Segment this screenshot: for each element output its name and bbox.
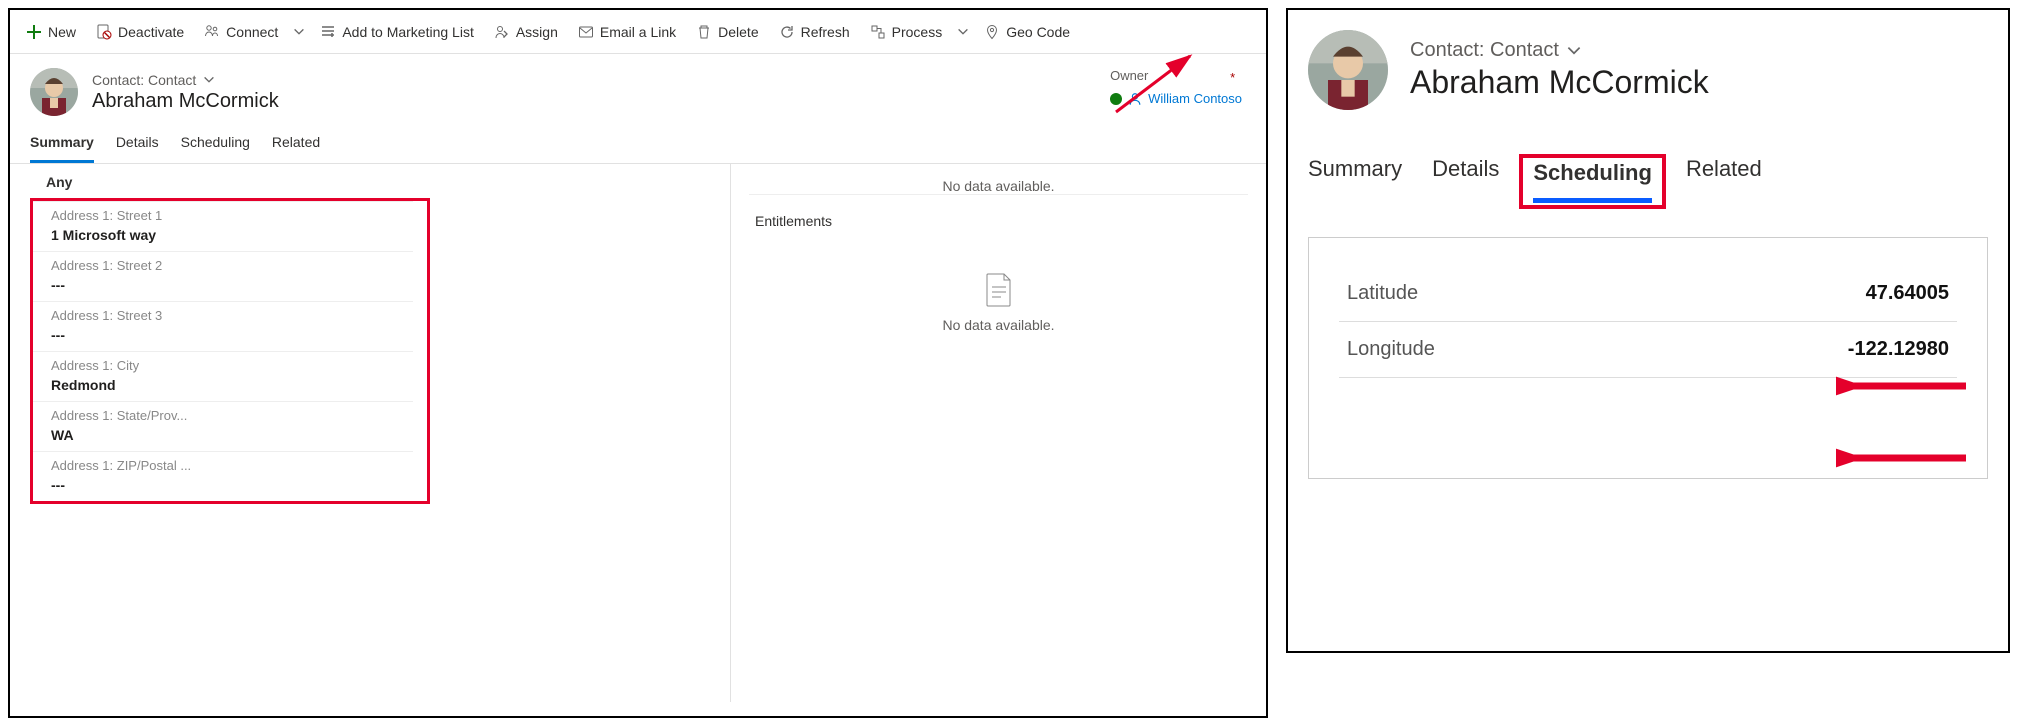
chevron-down-icon [956,25,970,39]
field-value: --- [51,327,413,343]
annotation-box-scheduling: Scheduling [1519,154,1666,209]
process-icon [870,24,886,40]
geo-code-button[interactable]: Geo Code [974,10,1080,53]
field-zip[interactable]: Address 1: ZIP/Postal ... --- [33,451,413,501]
delete-label: Delete [718,24,758,40]
entitlements-header: Entitlements [749,194,1248,239]
no-data-text-2: No data available. [942,317,1054,333]
latitude-label: Latitude [1347,282,1418,305]
assign-button[interactable]: Assign [484,10,568,53]
trash-icon [696,24,712,40]
scheduling-card: Latitude 47.64005 Longitude -122.12980 [1308,237,1988,479]
email-a-link-label: Email a Link [600,24,676,40]
field-value: 1 Microsoft way [51,227,413,243]
field-value: WA [51,427,413,443]
connect-split[interactable] [288,10,310,53]
chevron-down-icon [202,73,216,87]
new-button[interactable]: New [16,10,86,53]
chevron-down-icon [1565,42,1583,60]
connect-icon [204,24,220,40]
tab-details[interactable]: Details [1432,156,1499,207]
map-pin-icon [984,24,1000,40]
field-label: Address 1: State/Prov... [51,408,413,423]
refresh-icon [779,24,795,40]
entitlements-empty: No data available. [749,273,1248,333]
new-label: New [48,24,76,40]
field-label: Address 1: Street 1 [51,208,413,223]
longitude-value: -122.12980 [1848,338,1949,361]
tab-related[interactable]: Related [272,134,320,163]
field-street1[interactable]: Address 1: Street 1 1 Microsoft way [33,201,413,251]
longitude-label: Longitude [1347,338,1435,361]
field-label: Address 1: Street 3 [51,308,413,323]
add-to-marketing-list-button[interactable]: Add to Marketing List [310,10,484,53]
latitude-value: 47.64005 [1866,282,1949,305]
email-a-link-button[interactable]: Email a Link [568,10,686,53]
field-value: Redmond [51,377,413,393]
field-street3[interactable]: Address 1: Street 3 --- [33,301,413,351]
address-column: Any Address 1: Street 1 1 Microsoft way … [10,164,730,702]
add-to-marketing-list-label: Add to Marketing List [342,24,474,40]
deactivate-button[interactable]: Deactivate [86,10,194,53]
right-window: Contact: Contact Abraham McCormick Summa… [1286,8,2010,653]
field-value: --- [51,277,413,293]
field-label: Address 1: Street 2 [51,258,413,273]
breadcrumb[interactable]: Contact: Contact [1410,39,1709,62]
chevron-down-icon [292,25,306,39]
field-street2[interactable]: Address 1: Street 2 --- [33,251,413,301]
annotation-box-address: Address 1: Street 1 1 Microsoft way Addr… [30,198,430,504]
tab-details[interactable]: Details [116,134,159,163]
field-city[interactable]: Address 1: City Redmond [33,351,413,401]
tabs: Summary Details Scheduling Related [10,124,1266,164]
delete-button[interactable]: Delete [686,10,768,53]
assign-label: Assign [516,24,558,40]
record-header: Contact: Contact Abraham McCormick Owner… [10,54,1266,124]
annotation-arrow-geocode [1108,50,1208,120]
breadcrumb-text: Contact: Contact [1410,39,1559,62]
list-add-icon [320,24,336,40]
process-button[interactable]: Process [860,10,953,53]
tab-scheduling[interactable]: Scheduling [1533,160,1652,203]
page-title: Abraham McCormick [1410,64,1709,101]
assign-icon [494,24,510,40]
tab-scheduling[interactable]: Scheduling [181,134,250,163]
record-header-right: Contact: Contact Abraham McCormick [1288,22,2008,110]
command-bar: New Deactivate Connect Add to Marketing … [10,10,1266,54]
process-split[interactable] [952,10,974,53]
field-label: Address 1: City [51,358,413,373]
form-body: Any Address 1: Street 1 1 Microsoft way … [10,164,1266,702]
connect-label: Connect [226,24,278,40]
section-any: Any [30,164,730,198]
deactivate-label: Deactivate [118,24,184,40]
tab-related[interactable]: Related [1686,156,1762,207]
latitude-row[interactable]: Latitude 47.64005 [1339,266,1957,322]
page-title: Abraham McCormick [92,90,279,113]
annotation-arrow-latitude [1836,372,1976,400]
avatar [1308,30,1388,110]
tab-summary[interactable]: Summary [30,134,94,163]
field-label: Address 1: ZIP/Postal ... [51,458,413,473]
plus-icon [26,24,42,40]
refresh-button[interactable]: Refresh [769,10,860,53]
no-data-text: No data available. [749,178,1248,194]
required-marker: * [1230,70,1235,85]
connect-button[interactable]: Connect [194,10,288,53]
geo-code-label: Geo Code [1006,24,1070,40]
field-value: --- [51,477,413,493]
left-window: New Deactivate Connect Add to Marketing … [8,8,1268,718]
document-icon [985,273,1013,307]
tab-summary[interactable]: Summary [1308,156,1402,207]
refresh-label: Refresh [801,24,850,40]
avatar [30,68,78,116]
annotation-arrow-longitude [1836,444,1976,472]
tabs-right: Summary Details Scheduling Related [1288,146,2008,207]
breadcrumb[interactable]: Contact: Contact [92,72,279,88]
breadcrumb-text: Contact: Contact [92,72,196,88]
longitude-row[interactable]: Longitude -122.12980 [1339,322,1957,378]
deactivate-icon [96,24,112,40]
process-label: Process [892,24,943,40]
side-column: No data available. Entitlements No data … [730,164,1266,702]
email-icon [578,24,594,40]
field-state[interactable]: Address 1: State/Prov... WA [33,401,413,451]
